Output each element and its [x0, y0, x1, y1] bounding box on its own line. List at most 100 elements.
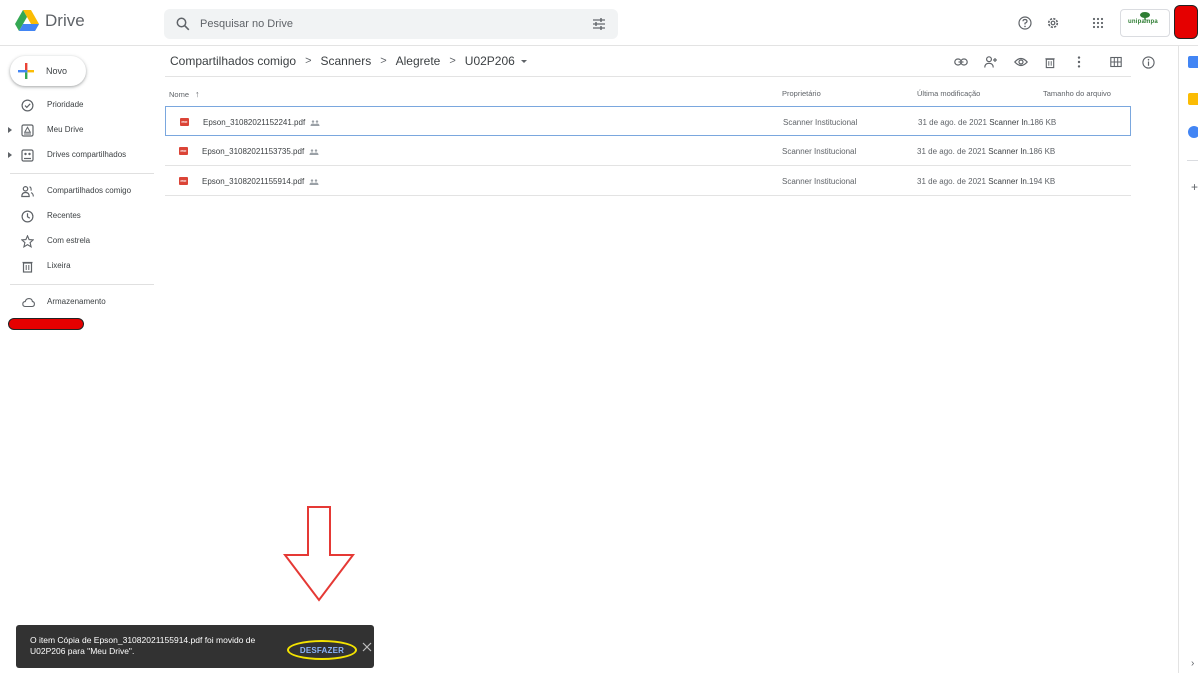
add-person-icon	[984, 56, 997, 68]
snackbar-message: O item Cópia de Epson_31082021155914.pdf…	[30, 635, 256, 656]
chevron-down-icon[interactable]	[520, 59, 527, 63]
file-name-text: Epson_31082021152241.pdf	[203, 118, 306, 127]
breadcrumb-current-folder[interactable]: U02P206	[465, 54, 515, 68]
breadcrumb-item[interactable]: Scanners	[321, 54, 372, 68]
file-modified: 31 de ago. de 2021 Scanner In...	[918, 118, 1035, 127]
grid-view-icon	[1110, 56, 1122, 68]
undo-button[interactable]: DESFAZER	[287, 640, 357, 660]
help-button[interactable]	[1015, 13, 1035, 33]
calendar-app-icon[interactable]	[1188, 56, 1198, 68]
sidebar-divider	[10, 284, 154, 285]
file-modified-date: 31 de ago. de 2021	[917, 177, 986, 186]
search-options-icon[interactable]	[592, 17, 606, 31]
gear-icon	[1047, 17, 1059, 29]
file-modified-by: Scanner In...	[988, 147, 1034, 156]
cloud-icon	[22, 298, 35, 308]
new-button-label: Novo	[46, 66, 68, 76]
sidebar-item-shared-drives[interactable]: Drives compartilhados	[0, 143, 160, 168]
file-size: 194 KB	[1029, 177, 1056, 186]
sidebar-item-storage[interactable]: Armazenamento	[0, 290, 160, 315]
sidebar-item-recent[interactable]: Recentes	[0, 204, 160, 229]
breadcrumb-separator: >	[449, 55, 456, 67]
link-icon	[954, 58, 968, 66]
sidebar-item-label: Lixeira	[47, 261, 71, 270]
sidebar-item-trash[interactable]: Lixeira	[0, 254, 160, 279]
file-modified: 31 de ago. de 2021 Scanner In...	[917, 147, 1034, 156]
apps-grid-icon	[1092, 17, 1104, 29]
add-addon-icon[interactable]: +	[1191, 180, 1198, 194]
pdf-file-icon: PDF	[180, 118, 189, 126]
share-button[interactable]	[983, 54, 999, 70]
eye-icon	[1014, 57, 1028, 67]
organization-logo-text: unipampa	[1128, 19, 1158, 25]
shared-drives-icon	[21, 149, 34, 162]
sidebar-item-label: Compartilhados comigo	[47, 186, 132, 195]
annotation-down-arrow	[282, 506, 356, 602]
breadcrumb-item[interactable]: Compartilhados comigo	[170, 54, 296, 68]
column-header-size[interactable]: Tamanho do arquivo	[1043, 89, 1111, 98]
side-panel: + ›	[1178, 46, 1198, 673]
breadcrumb-separator: >	[380, 55, 387, 67]
delete-button[interactable]	[1042, 54, 1058, 70]
file-name-text: Epson_31082021153735.pdf	[202, 147, 305, 156]
organization-logo[interactable]: unipampa	[1120, 9, 1170, 37]
more-actions-button[interactable]	[1071, 54, 1087, 70]
file-name-text: Epson_31082021155914.pdf	[202, 177, 305, 186]
more-vert-icon	[1077, 56, 1081, 68]
priority-check-icon	[21, 99, 34, 112]
sidebar-item-shared-with-me[interactable]: Compartilhados comigo	[0, 179, 160, 204]
expand-caret-icon[interactable]	[8, 127, 12, 133]
grid-view-button[interactable]	[1108, 54, 1124, 70]
sidebar-item-my-drive[interactable]: Meu Drive	[0, 118, 160, 143]
help-icon	[1018, 16, 1032, 30]
file-name[interactable]: Epson_31082021153735.pdf	[202, 147, 319, 156]
apps-button[interactable]	[1088, 13, 1108, 33]
my-drive-icon	[21, 124, 34, 137]
new-button[interactable]: Novo	[10, 56, 86, 86]
side-panel-divider	[1187, 160, 1198, 161]
app-name: Drive	[45, 11, 85, 30]
shared-people-icon	[309, 179, 319, 185]
column-header-modified[interactable]: Última modificação	[917, 89, 980, 98]
settings-button[interactable]	[1043, 13, 1063, 33]
preview-button[interactable]	[1013, 54, 1029, 70]
sidebar-item-label: Drives compartilhados	[47, 150, 127, 159]
expand-caret-icon[interactable]	[8, 152, 12, 158]
sidebar-item-priority[interactable]: Prioridade	[0, 93, 160, 118]
close-icon[interactable]	[362, 642, 372, 652]
breadcrumb-item[interactable]: Alegrete	[396, 54, 441, 68]
file-owner: Scanner Institucional	[782, 177, 857, 186]
file-size: 186 KB	[1030, 118, 1057, 127]
file-row[interactable]: PDF Epson_31082021152241.pdf Scanner Ins…	[165, 106, 1131, 136]
tasks-app-icon[interactable]	[1188, 126, 1198, 138]
account-avatar[interactable]	[1174, 5, 1198, 39]
file-name[interactable]: Epson_31082021155914.pdf	[202, 177, 319, 186]
pdf-file-icon: PDF	[179, 177, 188, 185]
column-header-owner[interactable]: Proprietário	[782, 89, 821, 98]
drive-logo[interactable]: Drive	[15, 10, 85, 32]
search-bar[interactable]	[164, 9, 618, 39]
trash-icon	[22, 261, 33, 273]
sidebar-item-starred[interactable]: Com estrela	[0, 229, 160, 254]
details-button[interactable]	[1140, 54, 1156, 70]
shared-people-icon	[309, 149, 319, 155]
search-icon[interactable]	[176, 17, 190, 31]
keep-app-icon[interactable]	[1188, 93, 1198, 105]
drive-logo-icon	[15, 10, 39, 31]
get-link-button[interactable]	[953, 54, 969, 70]
undo-button-label: DESFAZER	[299, 646, 345, 655]
file-owner: Scanner Institucional	[782, 147, 857, 156]
file-modified-date: 31 de ago. de 2021	[917, 147, 986, 156]
file-row[interactable]: PDF Epson_31082021155914.pdf Scanner Ins…	[165, 166, 1131, 196]
sort-ascending-icon[interactable]: ↑	[195, 89, 200, 99]
column-header-name[interactable]: Nome ↑	[169, 89, 200, 99]
search-input[interactable]	[200, 14, 570, 34]
plus-icon	[18, 63, 34, 79]
sidebar-item-label: Com estrela	[47, 236, 91, 245]
chevron-right-icon[interactable]: ›	[1191, 658, 1194, 669]
sidebar-item-label: Armazenamento	[47, 297, 106, 306]
file-name[interactable]: Epson_31082021152241.pdf	[203, 118, 320, 127]
breadcrumb-separator: >	[305, 55, 312, 67]
file-row[interactable]: PDF Epson_31082021153735.pdf Scanner Ins…	[165, 136, 1131, 166]
file-list: PDF Epson_31082021152241.pdf Scanner Ins…	[165, 106, 1131, 196]
